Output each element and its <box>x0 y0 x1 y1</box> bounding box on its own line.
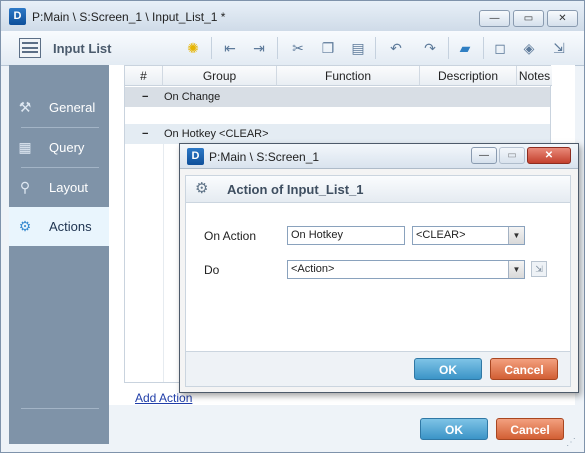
dialog-minimize-button[interactable]: — <box>471 147 497 164</box>
cancel-button[interactable]: Cancel <box>496 418 564 440</box>
group-label: On Change <box>164 91 221 103</box>
close-button[interactable]: ✕ <box>547 10 578 27</box>
toolbar-separator <box>448 37 449 59</box>
actions-icon: ⚙ <box>18 218 32 234</box>
sidebar-item-actions[interactable]: ⚙ Actions <box>9 207 109 246</box>
tag-icon[interactable]: ◈ <box>520 39 538 57</box>
collapse-toggle-icon[interactable]: − <box>142 124 148 144</box>
sidebar-item-label: Actions <box>49 219 92 234</box>
comment-icon[interactable]: ▰ <box>456 39 474 57</box>
column-header-number[interactable]: # <box>125 66 163 86</box>
dialog-header: ⚙ Action of Input_List_1 <box>185 175 571 203</box>
dialog-maximize-button[interactable]: ▭ <box>499 147 525 164</box>
dialog-close-button[interactable]: ✕ <box>527 147 571 164</box>
paste-icon[interactable]: ▤ <box>349 39 367 57</box>
do-select-value: <Action> <box>291 263 335 275</box>
resize-grip-icon[interactable]: ⋰ <box>566 437 578 449</box>
sidebar-item-label: General <box>49 100 96 115</box>
app-logo-icon: D <box>187 148 204 165</box>
sidebar-divider <box>21 408 99 409</box>
gear-icon: ⚙ <box>195 180 209 197</box>
cut-icon[interactable]: ✂ <box>289 39 307 57</box>
column-line <box>163 144 164 382</box>
do-label: Do <box>204 263 220 277</box>
maximize-button[interactable]: ▭ <box>513 10 544 27</box>
group-row[interactable]: − On Hotkey <CLEAR> <box>125 124 550 144</box>
app-logo-icon: D <box>9 8 26 25</box>
add-action-link[interactable]: Add Action <box>135 391 192 405</box>
chevron-down-icon[interactable]: ▼ <box>508 261 524 278</box>
window-title: P:Main \ S:Screen_1 \ Input_List_1 * <box>32 10 226 24</box>
group-label: On Hotkey <CLEAR> <box>164 128 269 140</box>
sidebar: ⚒ General ▦ Query ⚲ Layout ⚙ Actions <box>9 65 109 444</box>
dialog-header-title: Action of Input_List_1 <box>227 182 364 197</box>
dialog-body: On Action On Hotkey <CLEAR> ▼ Do <Action… <box>185 203 571 352</box>
column-header-description[interactable]: Description <box>420 66 517 86</box>
hotkey-select[interactable]: <CLEAR> ▼ <box>412 226 525 245</box>
dialog-title-bar[interactable]: D P:Main \ S:Screen_1 — ▭ ✕ <box>180 144 578 169</box>
dialog-cancel-button[interactable]: Cancel <box>490 358 558 380</box>
action-dialog: D P:Main \ S:Screen_1 — ▭ ✕ ⚙ Action of … <box>179 143 579 393</box>
toolbar-separator <box>483 37 484 59</box>
goto-action-icon[interactable]: ⇲ <box>531 261 547 277</box>
sidebar-item-general[interactable]: ⚒ General <box>9 88 109 127</box>
sidebar-item-label: Layout <box>49 180 89 195</box>
copy-icon[interactable]: ❐ <box>319 39 337 57</box>
chevron-down-icon[interactable]: ▼ <box>508 227 524 244</box>
title-bar[interactable]: D P:Main \ S:Screen_1 \ Input_List_1 * —… <box>1 1 584 32</box>
toolbar-separator <box>277 37 278 59</box>
minimize-button[interactable]: — <box>479 10 510 27</box>
dialog-footer: OK Cancel <box>185 352 571 387</box>
speech-icon[interactable]: ◻ <box>491 39 509 57</box>
dialog-title: P:Main \ S:Screen_1 <box>209 150 320 164</box>
on-action-label: On Action <box>204 229 257 243</box>
list-icon <box>19 38 41 58</box>
group-row[interactable]: − On Change <box>125 87 550 107</box>
toolbar: Input List ✺ ⇤ ⇥ ✂ ❐ ▤ ↶ ↷ ▰ ◻ ◈ ⇲ <box>1 31 584 66</box>
dialog-ok-button[interactable]: OK <box>414 358 482 380</box>
toolbar-separator <box>211 37 212 59</box>
layout-icon: ⚲ <box>19 179 31 195</box>
column-header-function[interactable]: Function <box>277 66 420 86</box>
sidebar-item-layout[interactable]: ⚲ Layout <box>9 168 109 207</box>
undo-icon[interactable]: ↶ <box>387 39 405 57</box>
lightbulb-icon[interactable]: ✺ <box>184 39 202 57</box>
toolbar-title: Input List <box>53 41 112 56</box>
export-icon[interactable]: ⇲ <box>550 39 568 57</box>
query-icon: ▦ <box>18 139 32 155</box>
sidebar-item-query[interactable]: ▦ Query <box>9 128 109 167</box>
general-icon: ⚒ <box>18 99 32 115</box>
indent-right-icon[interactable]: ⇥ <box>250 39 268 57</box>
on-action-field[interactable]: On Hotkey <box>287 226 405 245</box>
column-header-group[interactable]: Group <box>163 66 277 86</box>
column-header-notes[interactable]: Notes <box>517 66 552 86</box>
indent-left-icon[interactable]: ⇤ <box>221 39 239 57</box>
collapse-toggle-icon[interactable]: − <box>142 87 148 107</box>
sidebar-item-label: Query <box>49 140 85 155</box>
toolbar-separator <box>375 37 376 59</box>
redo-icon[interactable]: ↷ <box>421 39 439 57</box>
ok-button[interactable]: OK <box>420 418 488 440</box>
hotkey-select-value: <CLEAR> <box>416 229 466 241</box>
do-select[interactable]: <Action> ▼ <box>287 260 525 279</box>
